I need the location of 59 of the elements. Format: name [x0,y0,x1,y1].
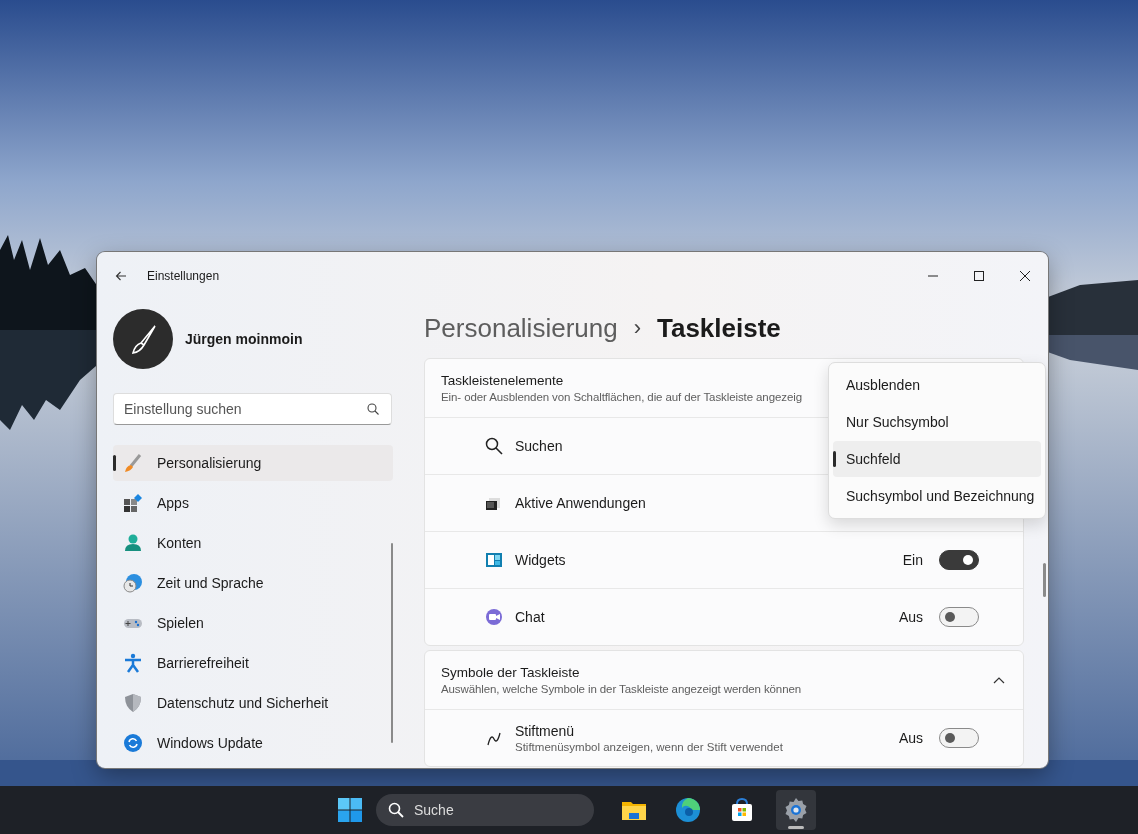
sidebar-item[interactable]: Windows Update [113,725,393,761]
sidebar-item[interactable]: Zeit und Sprache [113,565,393,601]
chevron-up-icon[interactable] [993,676,1005,684]
sync-icon [123,733,143,753]
brush-icon [123,453,143,473]
sidebar-item[interactable]: Personalisierung [113,445,393,481]
shield-icon [123,693,143,713]
section-title: Taskleistenelemente [441,373,564,388]
toggle-switch[interactable] [939,728,979,748]
scrollbar[interactable] [391,543,393,743]
start-icon[interactable] [338,798,362,822]
maximize-icon[interactable] [974,271,984,281]
accessibility-icon [123,653,143,673]
avatar-icon [113,309,173,369]
page-title: Taskleiste [657,312,781,344]
search-field[interactable]: Einstellung suchen [113,393,392,425]
gear-icon [783,797,809,823]
toggle-state-text: Ein [902,552,923,568]
section-description: Auswählen, welche Symbole in der Taskleiste angezeigt werden können [441,683,802,695]
menu-option[interactable]: Ausblenden [833,367,1041,403]
sidebar-item[interactable]: Datenschutz und Sicherheit [113,685,393,721]
person-icon [123,533,143,553]
window-title: Einstellungen [147,269,220,283]
setting-label: Stiftmenü [515,723,575,739]
user-name: Jürgen moinmoin [185,331,303,347]
sidebar-item[interactable]: Spielen [113,605,393,641]
toggle-switch[interactable] [939,550,979,570]
taskbar-app[interactable] [776,790,816,830]
section-title: Symbole der Taskleiste [441,665,580,680]
toggle-state-text: Aus [898,730,923,746]
setting-label: Suchen [515,438,563,454]
browser-icon [675,797,701,823]
menu-option[interactable]: Suchsymbol und Bezeichnung [833,478,1041,514]
search-icon [485,437,503,455]
chat-icon [485,608,503,626]
sidebar-item[interactable]: Barrierefreiheit [113,645,393,681]
setting-label: Chat [515,609,545,625]
toggle-switch[interactable] [939,607,979,627]
breadcrumb-link[interactable]: Personalisierung [424,312,618,344]
scrollbar[interactable] [1043,563,1046,597]
section-description: Ein- oder Ausblenden von Schaltflächen, die auf der Taskleiste angezeig [441,391,802,403]
store-icon [729,797,755,823]
sidebar-item[interactable]: Apps [113,485,393,521]
close-icon[interactable] [1020,271,1030,281]
taskbar-search-field[interactable]: Suche [376,794,594,826]
setting-label: Widgets [515,552,566,568]
globe-clock-icon [123,573,143,593]
setting-description: Stiftmenüsymbol anzeigen, wenn der Stift verwendet [515,741,783,753]
setting-label: Aktive Anwendungen [515,495,646,511]
search-icon [388,802,404,818]
apps-icon [123,493,143,513]
menu-option[interactable]: Suchfeld [833,441,1041,477]
menu-option[interactable]: Nur Suchsymbol [833,404,1041,440]
toggle-state-text: Aus [898,609,923,625]
sidebar-item[interactable]: Konten [113,525,393,561]
back-arrow-icon[interactable] [115,270,127,282]
search-icon[interactable] [367,403,379,415]
breadcrumb-separator: › [633,315,641,341]
widgets-icon [485,551,503,569]
